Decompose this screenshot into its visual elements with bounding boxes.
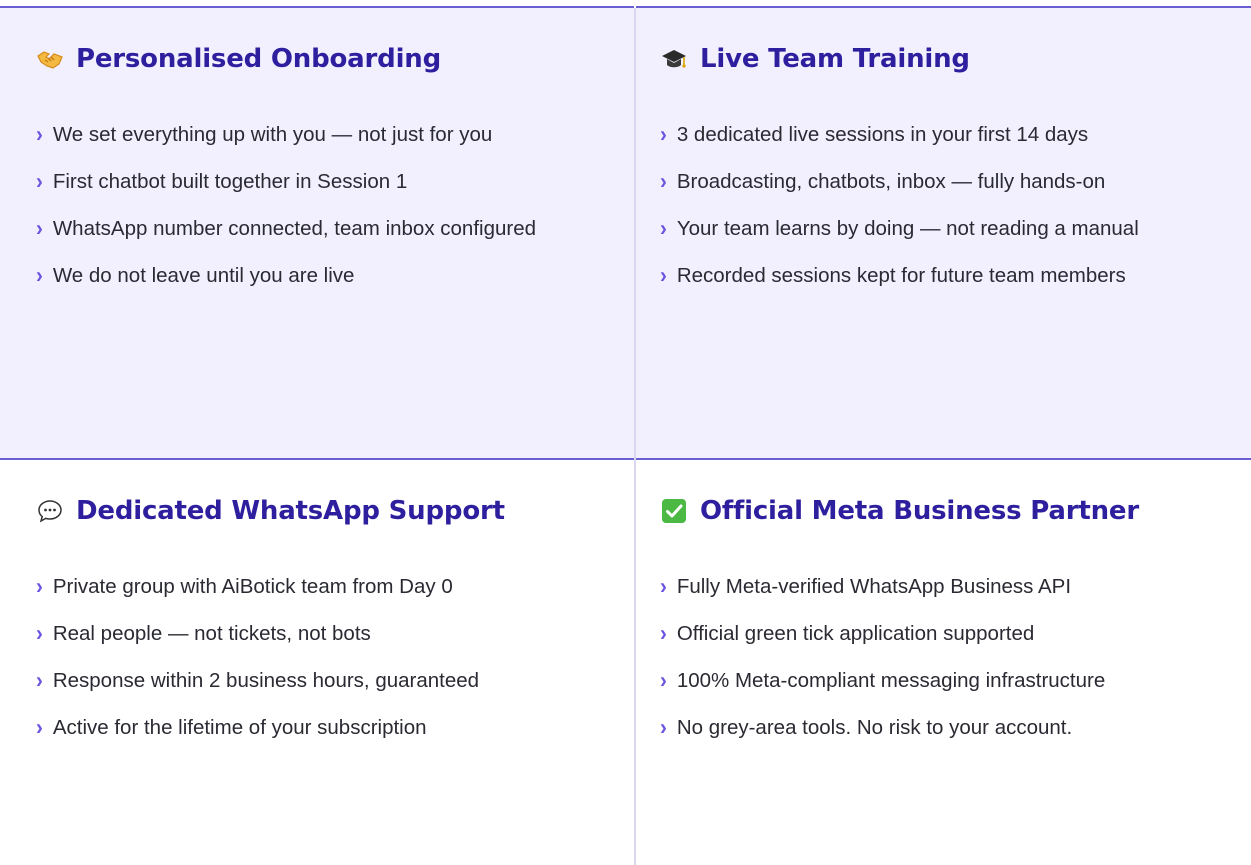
chevron-right-icon: ›: [660, 262, 667, 289]
list-item: › We set everything up with you — not jus…: [36, 114, 606, 156]
list-item: › Recorded sessions kept for future team …: [660, 255, 1223, 297]
speech-bubble-icon: [38, 500, 62, 523]
column-divider: [634, 8, 636, 865]
features-grid: Personalised Onboarding › We set everythi…: [0, 0, 1251, 865]
feature-list: › Private group with AiBotick team from D…: [36, 566, 606, 754]
chevron-right-icon: ›: [36, 620, 43, 647]
check-mark-icon: [662, 499, 686, 523]
list-item: › Real people — not tickets, not bots: [36, 613, 606, 655]
card-official-meta-business-partner: Official Meta Business Partner › Fully Me…: [636, 458, 1251, 865]
card-title-text: Official Meta Business Partner: [700, 496, 1139, 526]
chevron-right-icon: ›: [36, 262, 43, 289]
chevron-right-icon: ›: [660, 667, 667, 694]
list-item: › Broadcasting, chatbots, inbox — fully h…: [660, 161, 1223, 203]
graduation-cap-icon: [662, 50, 686, 68]
feature-list: › 3 dedicated live sessions in your first…: [660, 114, 1223, 302]
chevron-right-icon: ›: [660, 121, 667, 148]
card-title: Dedicated WhatsApp Support: [36, 496, 505, 526]
list-item: › 100% Meta-compliant messaging infrastru…: [660, 660, 1223, 702]
card-title-text: Personalised Onboarding: [76, 44, 441, 74]
list-item: › No grey-area tools. No risk to your acc…: [660, 707, 1223, 749]
chevron-right-icon: ›: [36, 573, 43, 600]
chevron-right-icon: ›: [660, 714, 667, 741]
chevron-right-icon: ›: [36, 215, 43, 242]
list-item: › Active for the lifetime of your subscri…: [36, 707, 606, 749]
feature-list: › Fully Meta-verified WhatsApp Business A…: [660, 566, 1223, 754]
list-item: › WhatsApp number connected, team inbox c…: [36, 208, 606, 250]
list-item: › Fully Meta-verified WhatsApp Business A…: [660, 566, 1223, 608]
card-title: Official Meta Business Partner: [660, 496, 1139, 526]
list-item: › First chatbot built together in Session…: [36, 161, 606, 203]
card-title-text: Dedicated WhatsApp Support: [76, 496, 505, 526]
list-item: › Response within 2 business hours, guara…: [36, 660, 606, 702]
card-dedicated-whatsapp-support: Dedicated WhatsApp Support › Private grou…: [0, 458, 634, 865]
card-title: Personalised Onboarding: [36, 44, 441, 74]
list-item: › Official green tick application support…: [660, 613, 1223, 655]
list-item: › Private group with AiBotick team from D…: [36, 566, 606, 608]
feature-list: › We set everything up with you — not jus…: [36, 114, 606, 302]
chevron-right-icon: ›: [36, 667, 43, 694]
handshake-icon: [37, 51, 63, 69]
card-title: Live Team Training: [660, 44, 970, 74]
chevron-right-icon: ›: [660, 168, 667, 195]
chevron-right-icon: ›: [36, 168, 43, 195]
list-item: › Your team learns by doing — not reading…: [660, 208, 1223, 250]
chevron-right-icon: ›: [660, 215, 667, 242]
list-item: › We do not leave until you are live: [36, 255, 606, 297]
chevron-right-icon: ›: [36, 714, 43, 741]
chevron-right-icon: ›: [36, 121, 43, 148]
list-item: › 3 dedicated live sessions in your first…: [660, 114, 1223, 156]
card-personalised-onboarding: Personalised Onboarding › We set everythi…: [0, 6, 634, 458]
chevron-right-icon: ›: [660, 573, 667, 600]
card-title-text: Live Team Training: [700, 44, 970, 74]
card-live-team-training: Live Team Training › 3 dedicated live ses…: [636, 6, 1251, 458]
chevron-right-icon: ›: [660, 620, 667, 647]
